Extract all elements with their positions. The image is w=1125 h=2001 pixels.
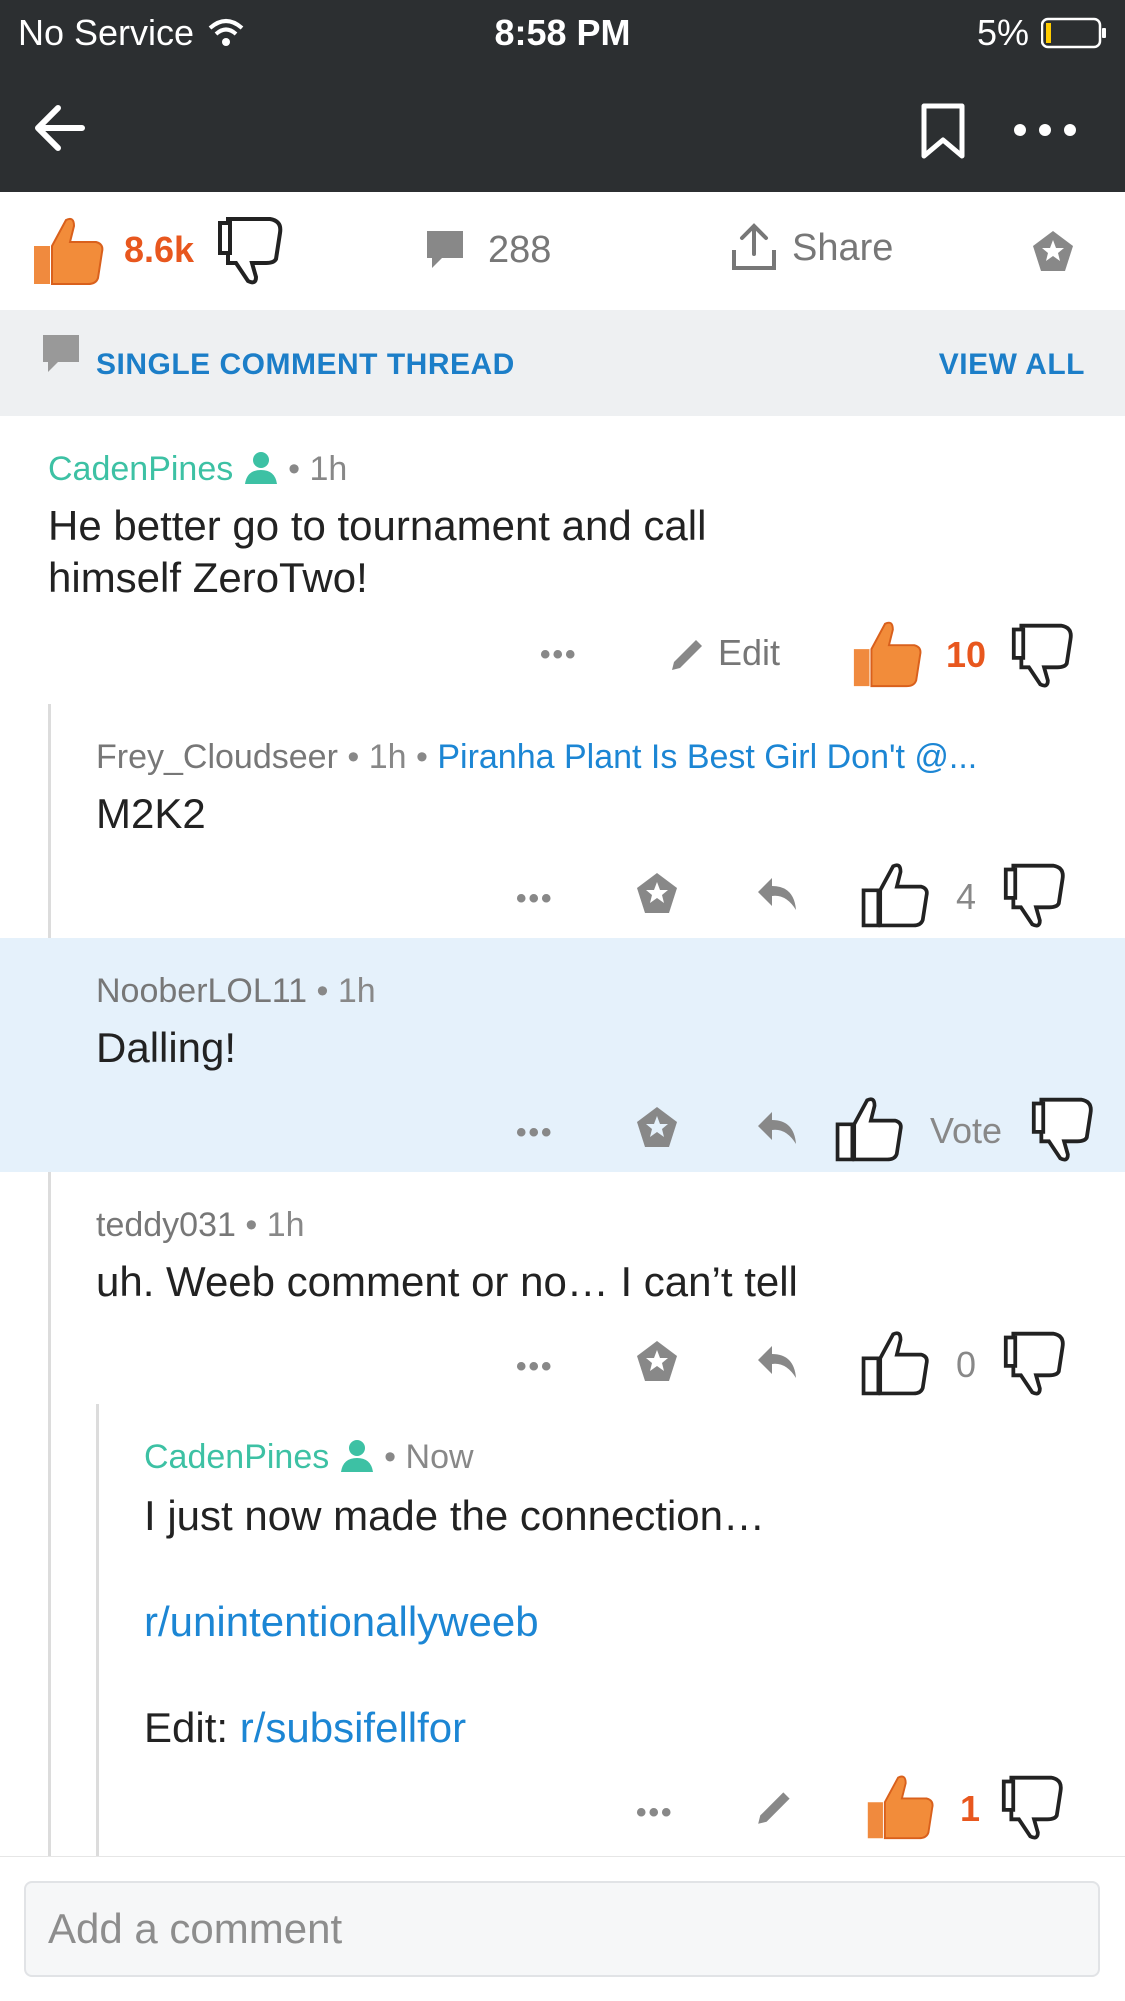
comment-actions: ••• 1 [0,1768,1125,1848]
comment-age: 1h [368,738,407,776]
nav-bar [0,62,1125,192]
comment-body: He better go to tournament and call hims… [48,500,706,604]
comment-body: Dalling! [96,1024,237,1071]
upvote-thumb-icon[interactable] [858,1326,932,1398]
subreddit-link[interactable]: r/unintentionallyweeb [144,1596,765,1648]
vote-count: 0 [956,1344,977,1385]
view-all-link[interactable]: VIEW ALL [939,348,1085,382]
post-comment-count: 288 [488,228,552,271]
share-button[interactable]: Share [730,222,893,274]
comment-body: uh. Weeb comment or no… I can’t tell [96,1258,798,1305]
comment-actions: ••• Edit 10 [0,616,1125,696]
comment-age: 1h [266,1206,305,1244]
vote-count: 4 [956,876,977,917]
comment-composer [0,1856,1125,2001]
award-icon[interactable] [1030,228,1076,274]
comment-meta: NooberLOL11 • 1h [96,972,376,1010]
reply-icon[interactable] [754,1342,800,1382]
downvote-thumb-icon[interactable] [216,213,290,287]
more-options-icon[interactable] [1010,118,1080,142]
downvote-thumb-icon[interactable] [1000,1772,1070,1842]
post-comments-group[interactable]: 288 [424,228,551,272]
comment-bubble-icon [427,231,463,268]
add-comment-input[interactable] [24,1881,1100,1977]
more-icon[interactable]: ••• [516,882,554,916]
upvote-thumb-icon[interactable] [862,1770,938,1842]
comment-author[interactable]: NooberLOL11 [96,972,307,1010]
comment-meta: Frey_Cloudseer • 1h • Piranha Plant Is B… [96,738,978,776]
comment-author[interactable]: CadenPines [48,450,233,488]
subreddit-link[interactable]: r/subsifellfor [240,1704,466,1751]
post-upvote-count: 8.6k [124,229,195,270]
comment-age: 1h [309,450,348,488]
op-user-icon [244,452,277,484]
reply-icon[interactable] [754,874,800,914]
more-icon[interactable]: ••• [636,1796,674,1830]
battery: 5% [977,12,1107,54]
thread-rail [48,1172,51,1856]
op-user-icon [340,1440,373,1472]
comment-age: 1h [337,972,376,1010]
comment-author[interactable]: CadenPines [144,1438,329,1476]
edit-label: Edit [718,632,781,673]
more-icon[interactable]: ••• [516,1116,554,1150]
more-icon[interactable]: ••• [540,638,578,672]
comment-meta: CadenPines • 1h [48,450,348,488]
vote-count: 10 [946,634,987,675]
pencil-icon [672,640,702,670]
award-icon[interactable] [634,1104,680,1150]
more-icon[interactable]: ••• [516,1350,554,1384]
award-icon[interactable] [634,870,680,916]
edit-prefix: Edit: [144,1704,229,1751]
comment-bubble-icon [43,335,79,372]
upvote-thumb-icon[interactable] [832,1092,906,1164]
downvote-thumb-icon[interactable] [1030,1094,1100,1164]
comment-edit-line: Edit: r/subsifellfor [144,1702,765,1754]
edit-button[interactable]: Edit [668,632,780,674]
pencil-icon[interactable] [754,1784,798,1828]
comment-age: Now [405,1438,474,1476]
bookmark-icon[interactable] [918,102,968,160]
vote-label: Vote [930,1110,1003,1151]
post-upvote-group: 8.6k [28,212,290,288]
comment-body: M2K2 [96,790,206,837]
share-icon [732,223,776,270]
comment-line: He better go to tournament and call [48,502,707,549]
comment-meta: teddy031 • 1h [96,1206,305,1244]
share-label: Share [792,226,894,269]
single-thread-bar: SINGLE COMMENT THREAD VIEW ALL [0,310,1125,416]
post-action-bar: 8.6k 288 Share [0,192,1125,310]
top-bar: No Service 8:58 PM 5% [0,0,1125,192]
comment-actions: ••• 4 [0,854,1125,934]
comment-actions: ••• 0 [0,1322,1125,1402]
downvote-thumb-icon[interactable] [1002,1328,1072,1398]
comment-meta: CadenPines • Now [144,1438,474,1476]
upvote-thumb-icon[interactable] [28,212,108,288]
comment-body: I just now made the connection… r/uninte… [144,1490,765,1754]
upvote-thumb-icon[interactable] [848,616,926,690]
back-arrow-icon[interactable] [30,98,90,158]
vote-count: 1 [960,1788,981,1829]
battery-percent: 5% [976,12,1029,53]
comment-author[interactable]: Frey_Cloudseer [96,738,338,776]
upvote-thumb-icon[interactable] [858,858,932,930]
user-flair: Piranha Plant Is Best Girl Don't @... [437,738,978,776]
thread-label: SINGLE COMMENT THREAD [96,348,515,381]
downvote-thumb-icon[interactable] [1010,620,1080,690]
downvote-thumb-icon[interactable] [1002,860,1072,930]
status-bar: No Service 8:58 PM 5% [0,0,1125,62]
battery-icon [1041,17,1106,49]
reply-icon[interactable] [754,1108,800,1148]
clock: 8:58 PM [494,12,631,53]
comment-author[interactable]: teddy031 [96,1206,236,1244]
award-icon[interactable] [634,1338,680,1384]
comment-actions: ••• Vote [0,1088,1125,1168]
comment-line: himself ZeroTwo! [48,554,368,601]
comment-line: I just now made the connection… [144,1492,766,1539]
